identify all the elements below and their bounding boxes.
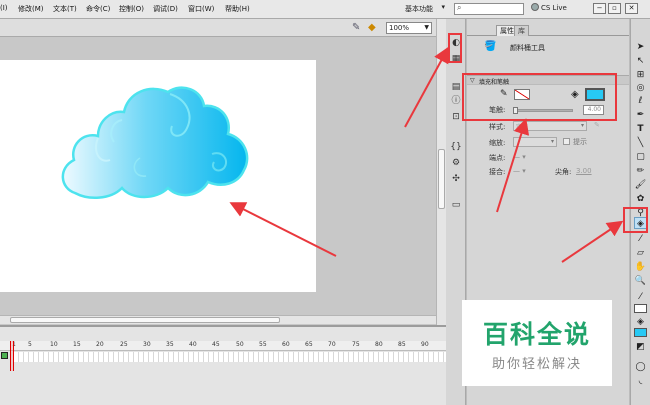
watermark-subtitle: 助你轻松解决 <box>491 357 582 372</box>
watermark-title: 百科全说 <box>482 320 591 349</box>
arrow-to-paint-bucket <box>561 220 624 263</box>
arrow-to-fill-stroke <box>496 118 530 213</box>
watermark: 百科全说 助你轻松解决 <box>462 300 612 386</box>
arrow-to-color-panel <box>404 46 449 128</box>
arrow-to-cloud <box>229 202 337 257</box>
